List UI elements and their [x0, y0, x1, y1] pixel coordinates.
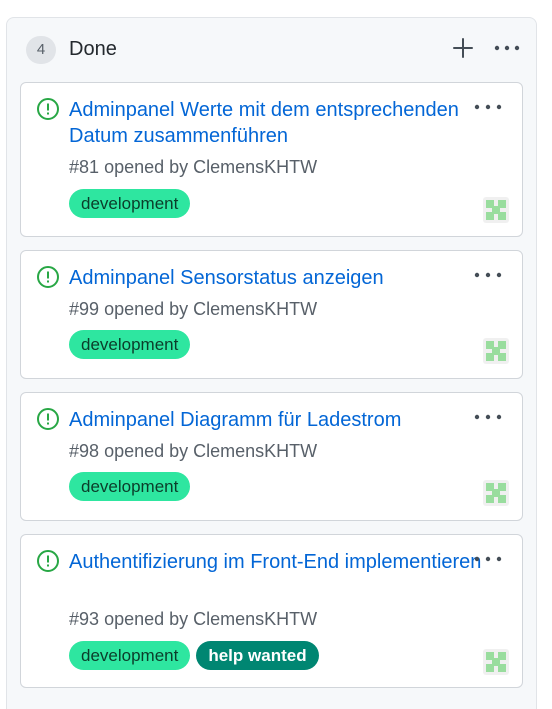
issue-meta: #99 opened by ClemensKHTW: [69, 299, 317, 320]
issue-opened-icon: [36, 265, 60, 289]
issue-card[interactable]: Adminpanel Werte mit dem entsprechenden …: [20, 82, 523, 237]
project-column-done: 4 Done Adminpanel Werte mit dem entsprec…: [6, 17, 537, 709]
issue-number: #93: [69, 609, 100, 629]
issue-card[interactable]: Authentifizierung im Front-End implement…: [20, 534, 523, 688]
issue-number: #98: [69, 441, 100, 461]
label-development[interactable]: development: [69, 472, 191, 501]
issue-title-link[interactable]: Authentifizierung im Front-End implement…: [69, 549, 489, 575]
issue-title-link[interactable]: Adminpanel Werte mit dem entsprechenden …: [69, 97, 489, 149]
label-development[interactable]: development: [69, 189, 191, 218]
label-development[interactable]: development: [69, 330, 191, 359]
avatar[interactable]: [483, 649, 509, 675]
issue-opened-icon: [36, 549, 60, 573]
issue-number: #99: [69, 299, 100, 319]
issue-meta: #81 opened by ClemensKHTW: [69, 157, 317, 178]
column-card-count: 4: [26, 36, 56, 64]
label-list: development: [69, 189, 191, 218]
issue-card[interactable]: Adminpanel Sensorstatus anzeigen #99 ope…: [20, 250, 523, 379]
kebab-horizontal-icon[interactable]: [473, 552, 503, 566]
label-development[interactable]: development: [69, 641, 191, 670]
avatar[interactable]: [483, 480, 509, 506]
opened-by-text: opened by: [104, 609, 189, 629]
opened-by-text: opened by: [104, 299, 189, 319]
author-link[interactable]: ClemensKHTW: [193, 441, 317, 461]
label-list: development: [69, 330, 191, 359]
author-link[interactable]: ClemensKHTW: [193, 299, 317, 319]
issue-opened-icon: [36, 407, 60, 431]
kebab-horizontal-icon[interactable]: [473, 410, 503, 424]
opened-by-text: opened by: [104, 157, 189, 177]
opened-by-text: opened by: [104, 441, 189, 461]
issue-title-link[interactable]: Adminpanel Sensorstatus anzeigen: [69, 265, 489, 291]
label-help-wanted[interactable]: help wanted: [196, 641, 319, 670]
avatar[interactable]: [483, 338, 509, 364]
issue-number: #81: [69, 157, 100, 177]
kebab-horizontal-icon[interactable]: [473, 268, 503, 282]
kebab-horizontal-icon[interactable]: [473, 100, 503, 114]
issue-meta: #93 opened by ClemensKHTW: [69, 609, 317, 630]
column-title: Done: [69, 38, 117, 60]
issue-opened-icon: [36, 97, 60, 121]
avatar[interactable]: [483, 197, 509, 223]
kebab-horizontal-icon[interactable]: [493, 36, 521, 60]
plus-icon[interactable]: [451, 36, 475, 60]
column-header: 4 Done: [7, 18, 536, 80]
author-link[interactable]: ClemensKHTW: [193, 157, 317, 177]
issue-card[interactable]: Adminpanel Diagramm für Ladestrom #98 op…: [20, 392, 523, 521]
label-list: development help wanted: [69, 641, 319, 670]
label-list: development: [69, 472, 191, 501]
issue-title-link[interactable]: Adminpanel Diagramm für Ladestrom: [69, 407, 489, 433]
issue-meta: #98 opened by ClemensKHTW: [69, 441, 317, 462]
author-link[interactable]: ClemensKHTW: [193, 609, 317, 629]
